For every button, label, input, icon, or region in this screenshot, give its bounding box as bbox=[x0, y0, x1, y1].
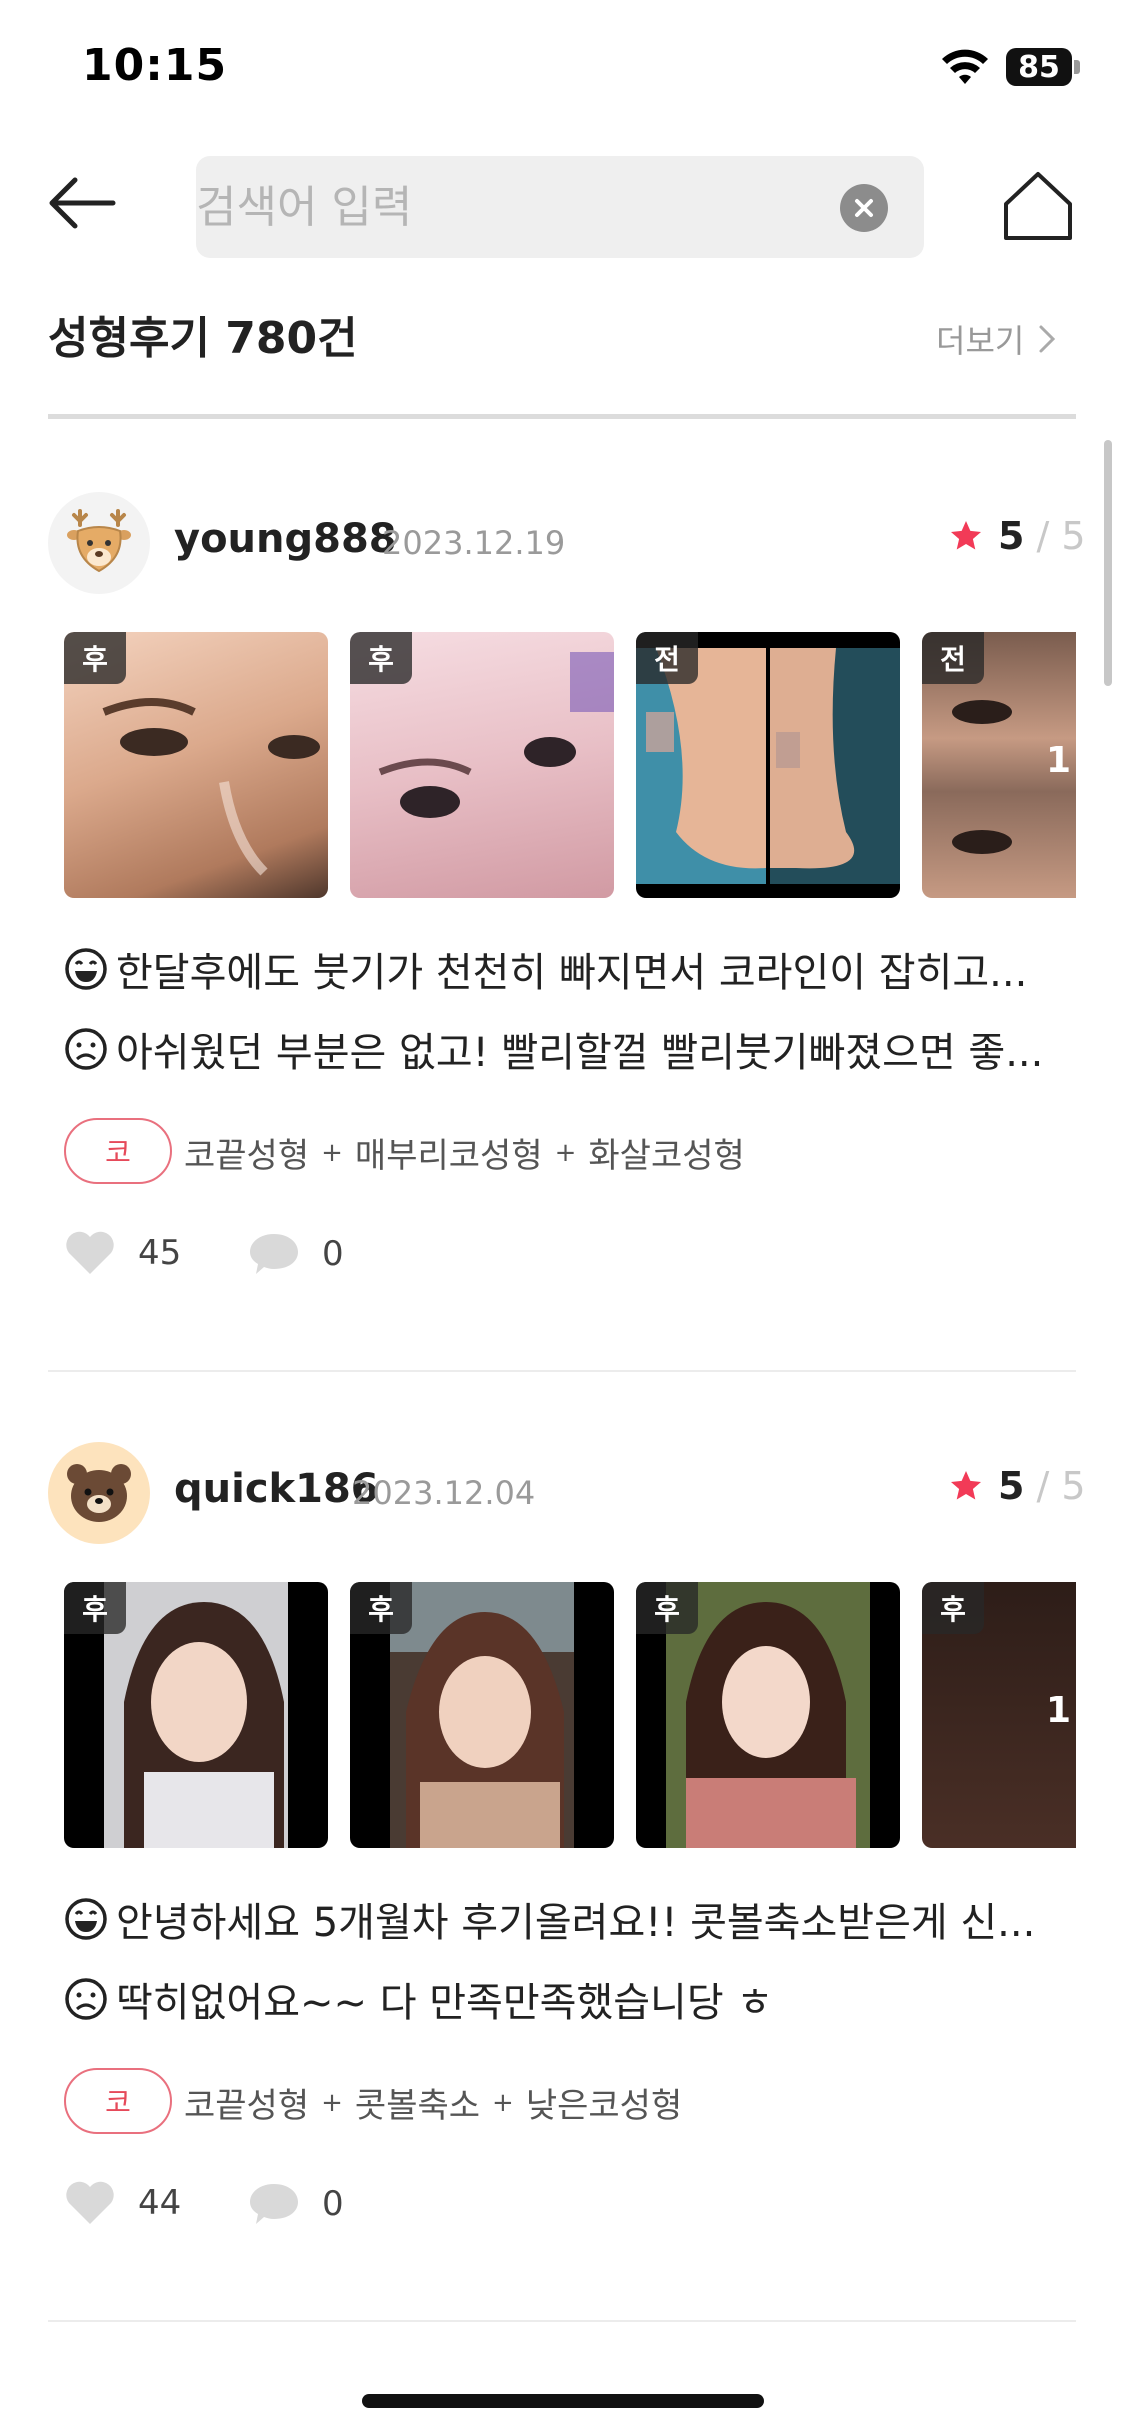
photo-count: 1 bbox=[1046, 1690, 1072, 1731]
home-icon bbox=[1004, 172, 1072, 240]
procedure-tag: 콧볼축소 bbox=[354, 2086, 481, 2126]
review-photo[interactable]: 전 bbox=[636, 632, 900, 898]
sad-face-icon bbox=[65, 1028, 107, 1070]
back-button[interactable] bbox=[44, 168, 120, 238]
like-button[interactable]: 44 bbox=[64, 2180, 181, 2226]
back-arrow-icon bbox=[49, 177, 116, 229]
photo-tag: 후 bbox=[350, 1582, 412, 1634]
like-button[interactable]: 45 bbox=[64, 1230, 181, 1276]
review-photo[interactable]: 후 1 bbox=[922, 1582, 1076, 1848]
comment-icon bbox=[250, 1234, 298, 1274]
avatar[interactable] bbox=[48, 1442, 150, 1544]
photo-carousel[interactable]: 후 후 후 후 1 bbox=[64, 1582, 1076, 1848]
search-input[interactable] bbox=[196, 167, 796, 247]
bad-point-text: 아쉬웠던 부분은 없고! 빨리할껄 빨리붓기빠졌으면 좋... bbox=[116, 1030, 1044, 1076]
bad-point[interactable]: 아쉬웠던 부분은 없고! 빨리할껄 빨리붓기빠졌으면 좋... bbox=[64, 1020, 1043, 1078]
bad-point-text: 딱히없어요~~ 다 만족만족했습니당 ㅎ bbox=[116, 1980, 774, 2026]
procedure-tags: 코끝성형 + 콧볼축소 + 낮은코성형 bbox=[184, 2078, 682, 2127]
review-photo[interactable]: 후 bbox=[636, 1582, 900, 1848]
username[interactable]: quick186 bbox=[174, 1466, 379, 1512]
smile-face-icon bbox=[65, 1898, 107, 1940]
procedure-tag: 화살코성형 bbox=[588, 1136, 745, 1176]
battery-cap bbox=[1074, 60, 1080, 74]
plus-separator: + bbox=[554, 1137, 577, 1168]
photo-tag: 후 bbox=[922, 1582, 984, 1634]
scrollbar[interactable] bbox=[1104, 440, 1112, 686]
comment-count: 0 bbox=[322, 2184, 344, 2224]
smile-face-icon bbox=[65, 948, 107, 990]
photo-count: 1 bbox=[1046, 740, 1072, 781]
rating-score: 5 bbox=[998, 514, 1025, 558]
star-icon bbox=[951, 521, 981, 550]
photo-tag: 후 bbox=[350, 632, 412, 684]
more-link[interactable]: 더보기 bbox=[936, 316, 1056, 362]
like-count: 45 bbox=[138, 1233, 182, 1273]
home-indicator[interactable] bbox=[362, 2394, 764, 2408]
heart-icon bbox=[66, 1231, 114, 1274]
photo-tag: 후 bbox=[64, 1582, 126, 1634]
review-date: 2023.12.19 bbox=[382, 524, 566, 562]
review-photo[interactable]: 후 bbox=[350, 632, 614, 898]
more-label: 더보기 bbox=[936, 322, 1025, 360]
review-photo[interactable]: 전 1 bbox=[922, 632, 1076, 898]
procedure-tag: 코끝성형 bbox=[184, 1136, 310, 1176]
good-point-text: 한달후에도 붓기가 천천히 빠지면서 코라인이 잡히고... bbox=[116, 950, 1028, 996]
rating-max: / 5 bbox=[1036, 514, 1086, 558]
sad-face-icon bbox=[65, 1978, 107, 2020]
comment-button[interactable]: 0 bbox=[248, 1230, 344, 1278]
avatar[interactable] bbox=[48, 492, 150, 594]
review-photo[interactable]: 후 bbox=[64, 1582, 328, 1848]
photo-tag: 전 bbox=[636, 632, 698, 684]
comment-icon bbox=[250, 2184, 298, 2224]
wifi-icon bbox=[942, 49, 988, 84]
card-divider bbox=[48, 1370, 1076, 1372]
plus-separator: + bbox=[492, 2087, 514, 2118]
photo-tag: 후 bbox=[636, 1582, 698, 1634]
close-icon bbox=[855, 199, 873, 217]
bear-avatar-icon bbox=[67, 1464, 131, 1522]
chevron-right-icon bbox=[1039, 325, 1056, 353]
procedure-tag: 낮은코성형 bbox=[525, 2086, 683, 2126]
photo-tag: 후 bbox=[64, 632, 126, 684]
rating-score: 5 bbox=[998, 1464, 1025, 1508]
section-title: 성형후기 780건 bbox=[48, 313, 358, 364]
home-button[interactable] bbox=[1000, 168, 1076, 244]
battery-indicator: 85 bbox=[1006, 48, 1072, 86]
procedure-tags: 코끝성형 + 매부리코성형 + 화살코성형 bbox=[184, 1128, 745, 1177]
comment-button[interactable]: 0 bbox=[248, 2180, 344, 2228]
bad-point[interactable]: 딱히없어요~~ 다 만족만족했습니당 ㅎ bbox=[64, 1970, 773, 2028]
status-time: 10:15 bbox=[82, 40, 228, 91]
procedure-tag: 코끝성형 bbox=[184, 2086, 310, 2126]
category-badge[interactable]: 코 bbox=[64, 1118, 172, 1184]
rating-max: / 5 bbox=[1036, 1464, 1086, 1508]
heart-icon bbox=[66, 2181, 114, 2224]
photo-tag: 전 bbox=[922, 632, 984, 684]
plus-separator: + bbox=[321, 1137, 343, 1168]
rating: 5 / 5 bbox=[948, 514, 1086, 558]
card-divider bbox=[48, 2320, 1076, 2322]
category-badge[interactable]: 코 bbox=[64, 2068, 172, 2134]
good-point[interactable]: 한달후에도 붓기가 천천히 빠지면서 코라인이 잡히고... bbox=[64, 940, 1027, 998]
review-photo[interactable]: 후 bbox=[350, 1582, 614, 1848]
section-divider bbox=[48, 414, 1076, 419]
username[interactable]: young888 bbox=[174, 516, 397, 562]
status-bar: 10:15 85 bbox=[0, 0, 1125, 140]
clear-search-button[interactable] bbox=[840, 184, 888, 232]
plus-separator: + bbox=[321, 2087, 343, 2118]
good-point[interactable]: 안녕하세요 5개월차 후기올려요!! 콧볼축소받은게 신... bbox=[64, 1890, 1035, 1948]
like-count: 44 bbox=[138, 2183, 182, 2223]
review-photo[interactable]: 후 bbox=[64, 632, 328, 898]
procedure-tag: 매부리코성형 bbox=[354, 1136, 543, 1176]
rating: 5 / 5 bbox=[948, 1464, 1086, 1508]
comment-count: 0 bbox=[322, 1234, 344, 1274]
search-bar[interactable] bbox=[196, 156, 924, 258]
star-icon bbox=[951, 1471, 981, 1500]
deer-avatar-icon bbox=[67, 509, 131, 573]
review-date: 2023.12.04 bbox=[352, 1474, 536, 1512]
photo-carousel[interactable]: 후 후 전 전 1 bbox=[64, 632, 1076, 898]
good-point-text: 안녕하세요 5개월차 후기올려요!! 콧볼축소받은게 신... bbox=[116, 1900, 1036, 1946]
